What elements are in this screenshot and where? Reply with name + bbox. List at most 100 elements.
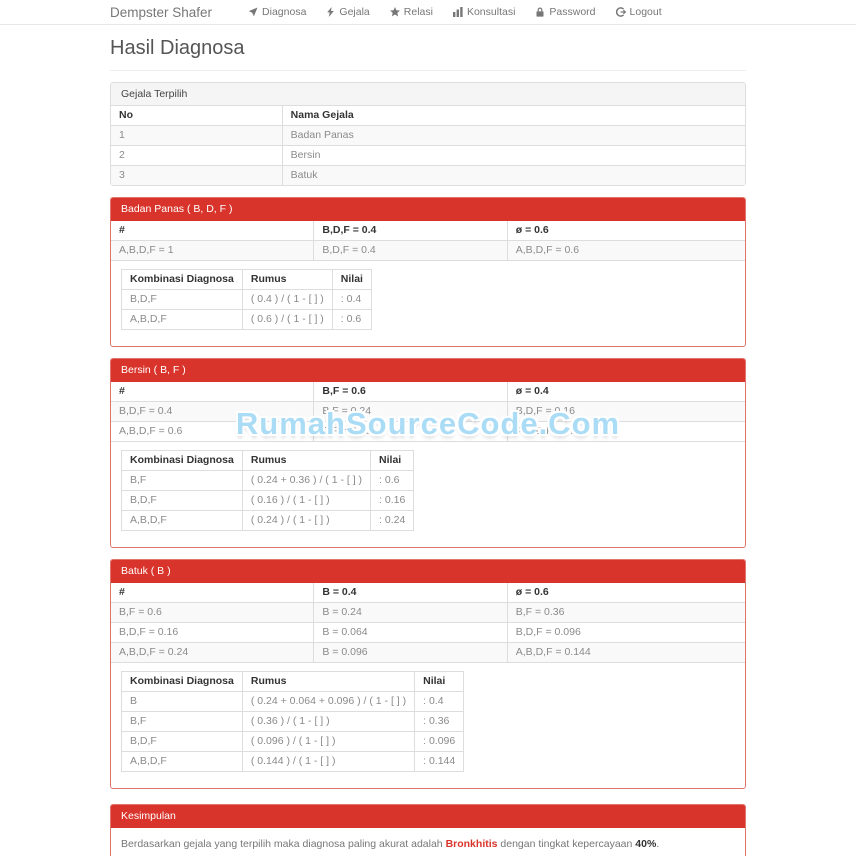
column-header: Nama Gejala bbox=[281, 106, 745, 126]
cell: : 0.24 bbox=[370, 510, 415, 531]
combination-table: Kombinasi Diagnosa Rumus Nilai B,D,F( 0.4 )… bbox=[121, 269, 372, 330]
conclusion-period: . bbox=[656, 838, 660, 850]
brand[interactable]: Dempster Shafer bbox=[110, 5, 212, 20]
column-header: Rumus bbox=[241, 450, 372, 471]
page: Dempster Shafer Diagnosa Gejala Relasi Kons… bbox=[0, 0, 856, 856]
calculation-panel-title: Bersin ( B, F ) bbox=[111, 359, 745, 382]
table-row: B,D,F( 0.4 ) / ( 1 - [ ] ): 0.4 bbox=[121, 289, 372, 310]
cell: ( 0.144 ) / ( 1 - [ ] ) bbox=[241, 751, 416, 772]
cell: ( 0.24 + 0.36 ) / ( 1 - [ ] ) bbox=[241, 470, 372, 491]
cell: A,B,D,F = 0.24 bbox=[506, 421, 745, 442]
cell: A,B,D,F = 1 bbox=[111, 240, 315, 261]
nav-menu: Diagnosa Gejala Relasi Konsultasi Password Lo… bbox=[238, 6, 672, 18]
mass-function-table: # B,F = 0.6 ø = 0.4 B,D,F = 0.4 B,F = 0.24 B,… bbox=[111, 382, 745, 442]
cell: A,B,D,F bbox=[121, 751, 243, 772]
cell: : 0.36 bbox=[414, 711, 465, 732]
cell: A,B,D,F = 0.24 bbox=[111, 642, 315, 663]
table-row: B,F( 0.36 ) / ( 1 - [ ] ): 0.36 bbox=[121, 711, 465, 732]
nav-item-label: Diagnosa bbox=[262, 6, 307, 18]
cell: A,B,D,F = 0.144 bbox=[506, 642, 745, 663]
cell: ( 0.16 ) / ( 1 - [ ] ) bbox=[241, 490, 372, 511]
conclusion-text-middle: dengan tingkat kepercayaan bbox=[500, 838, 633, 850]
calculation-panel: Batuk ( B ) # B = 0.4 ø = 0.6 B,F = 0.6 B = … bbox=[110, 559, 746, 789]
cell: ( 0.4 ) / ( 1 - [ ] ) bbox=[241, 289, 333, 310]
header-row: # B,D,F = 0.4 ø = 0.6 bbox=[111, 221, 745, 241]
cell: Bersin bbox=[281, 145, 745, 166]
lock-icon bbox=[535, 7, 545, 17]
cell: B,D,F = 0.4 bbox=[313, 240, 508, 261]
table-row: B,D,F = 0.4 B,F = 0.24 B,D,F = 0.16 bbox=[111, 401, 745, 422]
header-row: No Nama Gejala bbox=[111, 106, 745, 126]
nav-item-konsultasi[interactable]: Konsultasi bbox=[443, 6, 525, 18]
table-row: A,B,D,F = 0.6 B,F = 0.36 A,B,D,F = 0.24 bbox=[111, 421, 745, 442]
confidence-value: 40% bbox=[635, 838, 657, 850]
cell: B,D,F bbox=[121, 289, 243, 310]
cell: ( 0.6 ) / ( 1 - [ ] ) bbox=[241, 309, 333, 330]
table-row: A,B,D,F( 0.24 ) / ( 1 - [ ] ): 0.24 bbox=[121, 510, 415, 531]
nav-item-label: Password bbox=[549, 6, 596, 18]
cell: A,B,D,F bbox=[121, 510, 243, 531]
cell: : 0.16 bbox=[370, 490, 415, 511]
column-header: No bbox=[111, 106, 283, 126]
nav-item-gejala[interactable]: Gejala bbox=[316, 6, 379, 18]
header-row: # B,F = 0.6 ø = 0.4 bbox=[111, 382, 745, 402]
nav-item-password[interactable]: Password bbox=[525, 6, 605, 18]
column-header: Nilai bbox=[331, 269, 372, 290]
column-header: Nilai bbox=[414, 671, 465, 692]
top-navbar: Dempster Shafer Diagnosa Gejala Relasi Kons… bbox=[0, 0, 856, 25]
selected-symptoms-panel: Gejala Terpilih No Nama Gejala 1 Badan Pana… bbox=[110, 82, 746, 186]
cell: 3 bbox=[111, 165, 283, 185]
cell: B,D,F bbox=[121, 490, 243, 511]
table-row: A,B,D,F( 0.6 ) / ( 1 - [ ] ): 0.6 bbox=[121, 309, 372, 330]
cell: B,F = 0.6 bbox=[111, 602, 315, 623]
nav-item-relasi[interactable]: Relasi bbox=[380, 6, 443, 18]
table-row: 3 Batuk bbox=[111, 165, 745, 185]
table-row: B,D,F( 0.16 ) / ( 1 - [ ] ): 0.16 bbox=[121, 490, 415, 511]
calculation-panel-title: Badan Panas ( B, D, F ) bbox=[111, 198, 745, 221]
cell: ( 0.096 ) / ( 1 - [ ] ) bbox=[241, 731, 416, 752]
cell: B = 0.064 bbox=[313, 622, 508, 643]
column-header: # bbox=[111, 382, 315, 402]
column-header: B,F = 0.6 bbox=[313, 382, 508, 402]
nav-item-logout[interactable]: Logout bbox=[606, 6, 672, 18]
header-row: # B = 0.4 ø = 0.6 bbox=[111, 583, 745, 603]
table-row: B,D,F( 0.096 ) / ( 1 - [ ] ): 0.096 bbox=[121, 731, 465, 752]
combination-table: Kombinasi Diagnosa Rumus Nilai B( 0.24 + 0.… bbox=[121, 671, 465, 772]
bar-chart-icon bbox=[452, 7, 463, 17]
cell: B,F = 0.36 bbox=[506, 602, 745, 623]
cell: : 0.144 bbox=[414, 751, 465, 772]
table-row: B,F( 0.24 + 0.36 ) / ( 1 - [ ] ): 0.6 bbox=[121, 470, 415, 491]
cell: ( 0.24 ) / ( 1 - [ ] ) bbox=[241, 510, 372, 531]
cell: B bbox=[121, 691, 243, 712]
calculation-panel-title: Batuk ( B ) bbox=[111, 560, 745, 583]
cell: : 0.6 bbox=[331, 309, 372, 330]
column-header: ø = 0.6 bbox=[506, 221, 745, 241]
table-row: A,B,D,F( 0.144 ) / ( 1 - [ ] ): 0.144 bbox=[121, 751, 465, 772]
cell: B,D,F bbox=[121, 731, 243, 752]
nav-item-label: Konsultasi bbox=[466, 6, 516, 18]
column-header: # bbox=[111, 221, 315, 241]
cell: B,D,F = 0.16 bbox=[506, 401, 745, 422]
conclusion-text: Berdasarkan gejala yang terpilih maka di… bbox=[111, 828, 745, 856]
column-header: Kombinasi Diagnosa bbox=[121, 671, 243, 692]
table-row: A,B,D,F = 0.24 B = 0.096 A,B,D,F = 0.144 bbox=[111, 642, 745, 663]
cell: B,F bbox=[121, 711, 243, 732]
cell: B,D,F = 0.096 bbox=[506, 622, 745, 643]
cell: ( 0.36 ) / ( 1 - [ ] ) bbox=[241, 711, 416, 732]
column-header: Rumus bbox=[241, 269, 333, 290]
column-header: ø = 0.4 bbox=[506, 382, 745, 402]
page-title: Hasil Diagnosa bbox=[110, 37, 746, 71]
header-row: Kombinasi Diagnosa Rumus Nilai bbox=[121, 671, 465, 692]
nav-item-diagnosa[interactable]: Diagnosa bbox=[238, 6, 316, 18]
cell: Batuk bbox=[281, 165, 745, 185]
bolt-icon bbox=[326, 7, 335, 17]
column-header: Kombinasi Diagnosa bbox=[121, 269, 243, 290]
cell: B,F = 0.24 bbox=[313, 401, 508, 422]
diagnosis-name: Bronkhitis bbox=[445, 838, 498, 850]
nav-item-label: Logout bbox=[629, 6, 662, 18]
cell: A,B,D,F = 0.6 bbox=[506, 240, 745, 261]
send-icon bbox=[248, 7, 258, 17]
cell: 1 bbox=[111, 125, 283, 146]
mass-function-table: # B = 0.4 ø = 0.6 B,F = 0.6 B = 0.24 B,F = 0.… bbox=[111, 583, 745, 663]
combination-table: Kombinasi Diagnosa Rumus Nilai B,F( 0.24 + … bbox=[121, 450, 415, 531]
